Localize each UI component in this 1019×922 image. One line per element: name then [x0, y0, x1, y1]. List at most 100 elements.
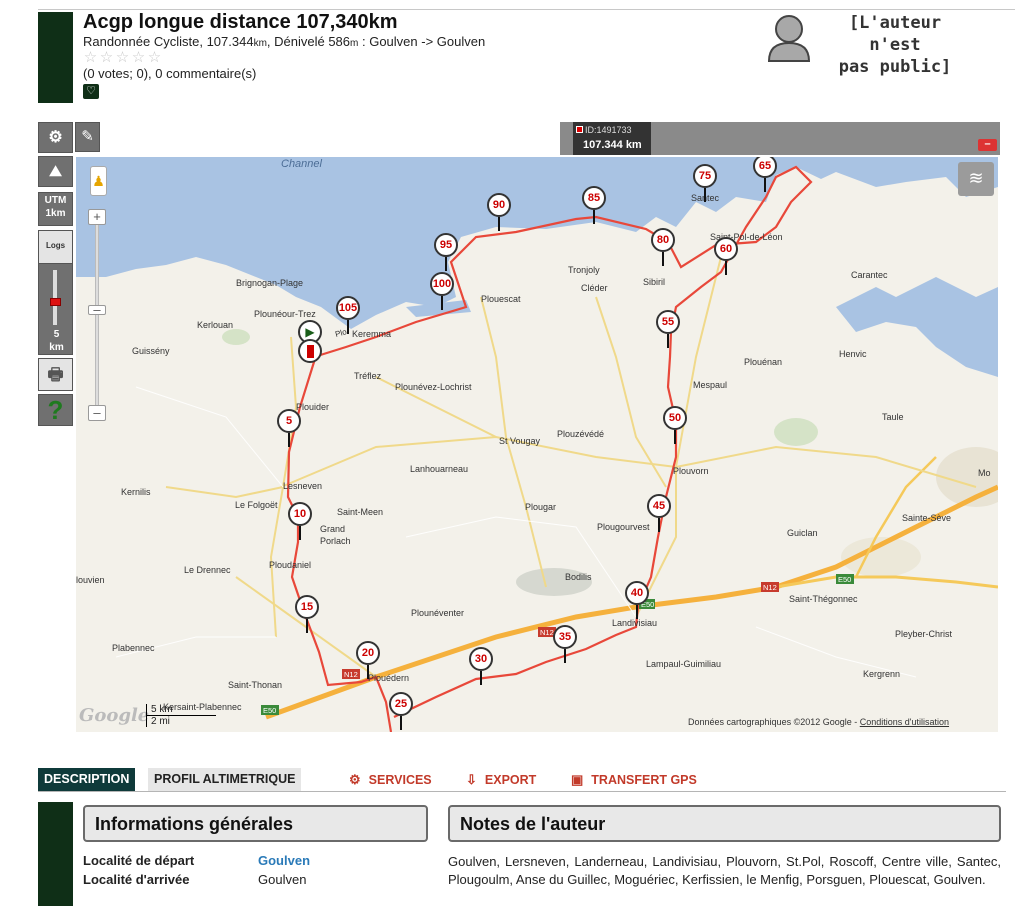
place-label: Kerlouan: [197, 320, 234, 330]
km-marker[interactable]: 5: [277, 409, 301, 447]
place-label: Plounévez-Lochrist: [395, 382, 472, 392]
place-label: Plounéour-Trez: [254, 309, 316, 319]
place-label: Pleyber-Christ: [895, 629, 953, 639]
km-marker[interactable]: 105: [336, 296, 360, 334]
rating-stars[interactable]: ☆ ☆ ☆ ☆ ☆: [83, 50, 162, 65]
place-label: Plabennec: [112, 643, 155, 653]
place-label: Bodilis: [565, 572, 592, 582]
logs-button[interactable]: Logs: [38, 230, 73, 264]
km-marker[interactable]: 25: [389, 692, 413, 730]
place-label: Cléder: [581, 283, 608, 293]
km-marker[interactable]: 20: [356, 641, 380, 679]
place-label: Tréflez: [354, 371, 382, 381]
km-marker[interactable]: 55: [656, 310, 680, 348]
km-marker[interactable]: 50: [663, 406, 687, 444]
place-label: Plouider: [296, 402, 330, 412]
km-marker[interactable]: 10: [288, 502, 312, 540]
km-marker[interactable]: 60: [714, 237, 738, 275]
map-view[interactable]: Plo N12 N12 N12 E50 E50 E50 Channel Brign…: [76, 157, 998, 732]
info-heading: Informations générales: [83, 805, 428, 842]
place-label: Plouénan: [744, 357, 783, 367]
star-icon[interactable]: ☆: [131, 50, 146, 65]
tab-divider: [38, 791, 1006, 792]
km-marker[interactable]: 80: [651, 228, 675, 266]
km-marker[interactable]: 90: [487, 193, 511, 231]
votes-comments: (0 votes; 0), 0 commentaire(s): [83, 66, 257, 81]
street-view-pegman-icon[interactable]: ♟: [90, 166, 107, 196]
star-icon[interactable]: ☆: [83, 50, 98, 65]
place-label: Mo: [978, 468, 991, 478]
km-marker[interactable]: 100: [430, 272, 454, 310]
map-scale: 5 km 2 mi: [146, 704, 216, 727]
place-label: Plougourvest: [597, 522, 650, 532]
tab-profil-altimetrique[interactable]: PROFIL ALTIMETRIQUE: [148, 768, 302, 791]
place-label: St Vougay: [499, 436, 541, 446]
zoom-in-button[interactable]: +: [88, 209, 106, 225]
tab-description[interactable]: DESCRIPTION: [38, 768, 136, 791]
author-avatar-icon: [767, 15, 811, 62]
depart-value-link[interactable]: Goulven: [258, 853, 310, 868]
utm-grid-button[interactable]: UTM 1km: [38, 192, 73, 226]
place-label: Keremma: [352, 329, 392, 339]
place-label: Le Drennec: [184, 565, 231, 575]
route-tools-icon[interactable]: ⚙: [38, 122, 73, 153]
place-label: Landivisiau: [612, 618, 658, 628]
favorite-heart-icon[interactable]: ♡: [83, 84, 99, 99]
place-label: Le Folgoët: [235, 500, 278, 510]
services-icon: ⚙: [349, 772, 361, 787]
mountain-profile-icon[interactable]: ⛰: [38, 156, 73, 187]
services-link[interactable]: ⚙ SERVICES: [349, 768, 432, 791]
star-icon[interactable]: ☆: [115, 50, 130, 65]
place-label: Saint-Meen: [337, 507, 384, 517]
star-icon[interactable]: ☆: [99, 50, 114, 65]
road-label: N12: [540, 628, 554, 637]
km-marker[interactable]: 85: [582, 186, 606, 224]
place-label: Plougar: [525, 502, 557, 512]
km-marker[interactable]: 30: [469, 647, 493, 685]
slider-knob[interactable]: [50, 298, 61, 306]
place-label: Lanhouarneau: [410, 464, 469, 474]
place-label: Plouescat: [481, 294, 521, 304]
place-label: Kergrenn: [863, 669, 901, 679]
place-label: louvien: [76, 575, 105, 585]
road-label: E50: [838, 575, 851, 584]
help-icon[interactable]: ?: [38, 394, 73, 426]
layers-icon[interactable]: ≋: [958, 162, 994, 196]
print-icon[interactable]: 🖶: [38, 358, 73, 391]
km-marker[interactable]: 75: [693, 164, 717, 202]
map-copyright: Données cartographiques ©2012 Google - C…: [688, 717, 950, 727]
star-icon[interactable]: ☆: [147, 50, 162, 65]
arrivee-label: Localité d'arrivée: [83, 872, 190, 887]
place-label: Plouédern: [368, 673, 410, 683]
export-link[interactable]: ⇩ EXPORT: [466, 768, 536, 791]
zoom-out-button[interactable]: –: [88, 405, 106, 421]
place-label: Sainte-Sève: [902, 513, 952, 523]
route-subtitle: Randonnée Cycliste, 107.344km, Dénivelé …: [83, 34, 486, 49]
minus-close-icon[interactable]: –: [978, 139, 997, 151]
export-icon: ⇩: [466, 772, 477, 787]
km-marker[interactable]: 95: [434, 233, 458, 271]
zoom-handle[interactable]: –: [88, 303, 106, 316]
km-marker[interactable]: 40: [625, 581, 649, 619]
edit-pencil-icon[interactable]: ✎: [75, 122, 100, 152]
road-label: E50: [263, 706, 276, 715]
google-logo: Google: [79, 705, 150, 726]
place-label: Ploudaniel: [269, 560, 312, 570]
km-marker[interactable]: 45: [647, 494, 671, 532]
route-color-swatch: [576, 126, 583, 133]
km-marker[interactable]: 15: [295, 595, 319, 633]
place-label: Plouvorn: [673, 466, 709, 476]
zoom-level-slider[interactable]: 5 km: [38, 263, 73, 355]
place-label: Mespaul: [693, 380, 728, 390]
depart-label: Localité de départ: [83, 853, 195, 868]
end-flag-icon[interactable]: [298, 339, 322, 363]
place-label: Tronjoly: [568, 265, 600, 275]
km-marker[interactable]: 35: [553, 625, 577, 663]
transfert-gps-link[interactable]: ▣ TRANSFERT GPS: [571, 768, 697, 791]
map-zoom-control[interactable]: + – –: [88, 207, 106, 425]
terms-link[interactable]: Conditions d'utilisation: [860, 717, 949, 727]
place-label: Plouzévédé: [557, 429, 605, 439]
place-label: Kernilis: [121, 487, 151, 497]
place-label: Porlach: [320, 536, 351, 546]
place-label: Henvic: [839, 349, 867, 359]
